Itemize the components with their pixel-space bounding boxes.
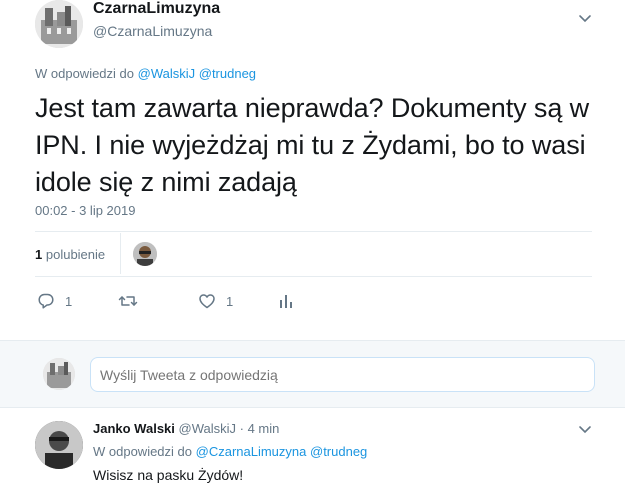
reply-context: W odpowiedzi do @CzarnaLimuzyna @trudneg (93, 444, 367, 459)
divider (120, 233, 121, 274)
author-handle[interactable]: @CzarnaLimuzyna (93, 23, 212, 39)
reply-button[interactable]: 1 (37, 290, 72, 312)
liker-avatar[interactable] (133, 242, 157, 266)
tweet-text: Jest tam zawarta nieprawda? Dokumenty są… (35, 93, 590, 197)
heart-icon (199, 294, 215, 309)
divider (35, 231, 592, 232)
tweet-timestamp[interactable]: 00:02 - 3 lip 2019 (35, 203, 135, 218)
retweet-icon (118, 296, 138, 306)
chevron-down-icon[interactable] (577, 12, 593, 24)
chevron-down-icon[interactable] (577, 423, 593, 435)
author-avatar[interactable] (35, 0, 83, 48)
reply-user-link[interactable]: @trudneg (310, 444, 367, 459)
reply-context: W odpowiedzi do @WalskiJ @trudneg (35, 66, 256, 81)
reply-prefix: W odpowiedzi do (35, 66, 134, 81)
likes-number: 1 (35, 247, 43, 262)
reply-prefix: W odpowiedzi do (93, 444, 192, 459)
likes-label: polubienie (45, 247, 106, 262)
author-display-name[interactable]: CzarnaLimuzyna (93, 0, 220, 18)
divider (35, 276, 592, 277)
like-count: 1 (226, 293, 234, 309)
retweet-button[interactable] (118, 290, 148, 312)
reply-author-avatar[interactable] (35, 421, 83, 469)
reply-icon (38, 293, 54, 309)
reply-author-name[interactable]: Janko Walski (93, 421, 175, 436)
reply-time[interactable]: · 4 min (240, 421, 280, 436)
reply-count: 1 (65, 293, 73, 309)
reply-user-link[interactable]: @trudneg (199, 66, 256, 81)
analytics-icon (280, 295, 292, 308)
current-user-avatar (43, 358, 75, 390)
reply-user-link[interactable]: @CzarnaLimuzyna (196, 444, 307, 459)
reply-tweet-text: Wisisz na pasku Żydów! (93, 467, 244, 483)
likes-stat[interactable]: 1 polubienie (35, 247, 105, 262)
reply-user-link[interactable]: @WalskiJ (138, 66, 196, 81)
reply-input[interactable] (90, 357, 595, 392)
like-button[interactable]: 1 (198, 290, 233, 312)
reply-header: Janko Walski @WalskiJ · 4 min (93, 421, 279, 436)
reply-author-handle[interactable]: @WalskiJ (179, 421, 237, 436)
analytics-button[interactable] (278, 290, 294, 312)
